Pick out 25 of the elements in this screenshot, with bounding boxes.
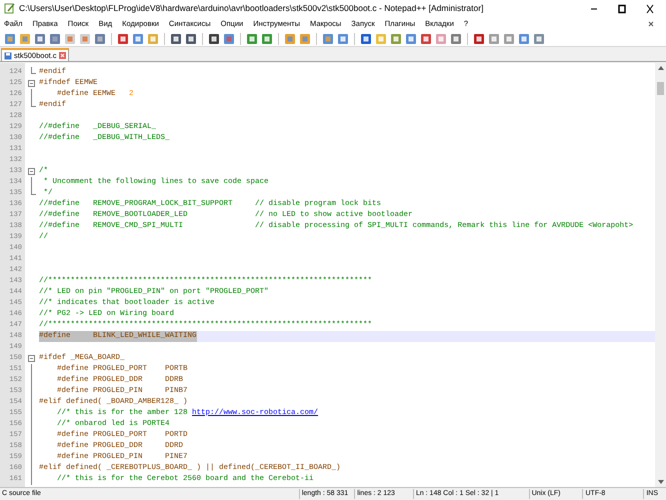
fold-line — [31, 177, 32, 188]
fold-line — [31, 89, 32, 100]
fold-collapse-icon[interactable] — [28, 355, 35, 362]
fold-end-marker — [31, 100, 36, 107]
fold-collapse-icon[interactable] — [28, 80, 35, 87]
scroll-thumb[interactable] — [657, 82, 664, 95]
fold-end-marker — [31, 67, 36, 74]
toolbar-icon[interactable] — [473, 32, 485, 44]
toolbar-icon[interactable] — [117, 32, 129, 44]
save-icon — [4, 52, 12, 60]
scrollbar[interactable] — [655, 63, 666, 487]
scroll-up-icon[interactable] — [658, 66, 664, 70]
toolbar-icon[interactable] — [223, 32, 235, 44]
notepad-icon — [4, 3, 15, 14]
toolbar-icon[interactable] — [360, 32, 372, 44]
fold-collapse-icon[interactable] — [28, 168, 35, 175]
scroll-down-icon[interactable] — [658, 480, 664, 484]
toolbar-icon[interactable] — [170, 32, 182, 44]
toolbar-icon[interactable] — [208, 32, 220, 44]
window-title: C:\Users\User\Desktop\FLProg\ideV8\hardware\arduino\avr\bootloaders\stk500v2\stk500boot.c - Notepad++ [Administrator] — [19, 2, 484, 15]
close-icon[interactable] — [58, 52, 66, 59]
close-document-icon[interactable] — [648, 21, 654, 27]
toolbar-icon[interactable] — [420, 32, 432, 44]
fold-end-marker — [31, 188, 36, 195]
toolbar-icon[interactable] — [185, 32, 197, 44]
